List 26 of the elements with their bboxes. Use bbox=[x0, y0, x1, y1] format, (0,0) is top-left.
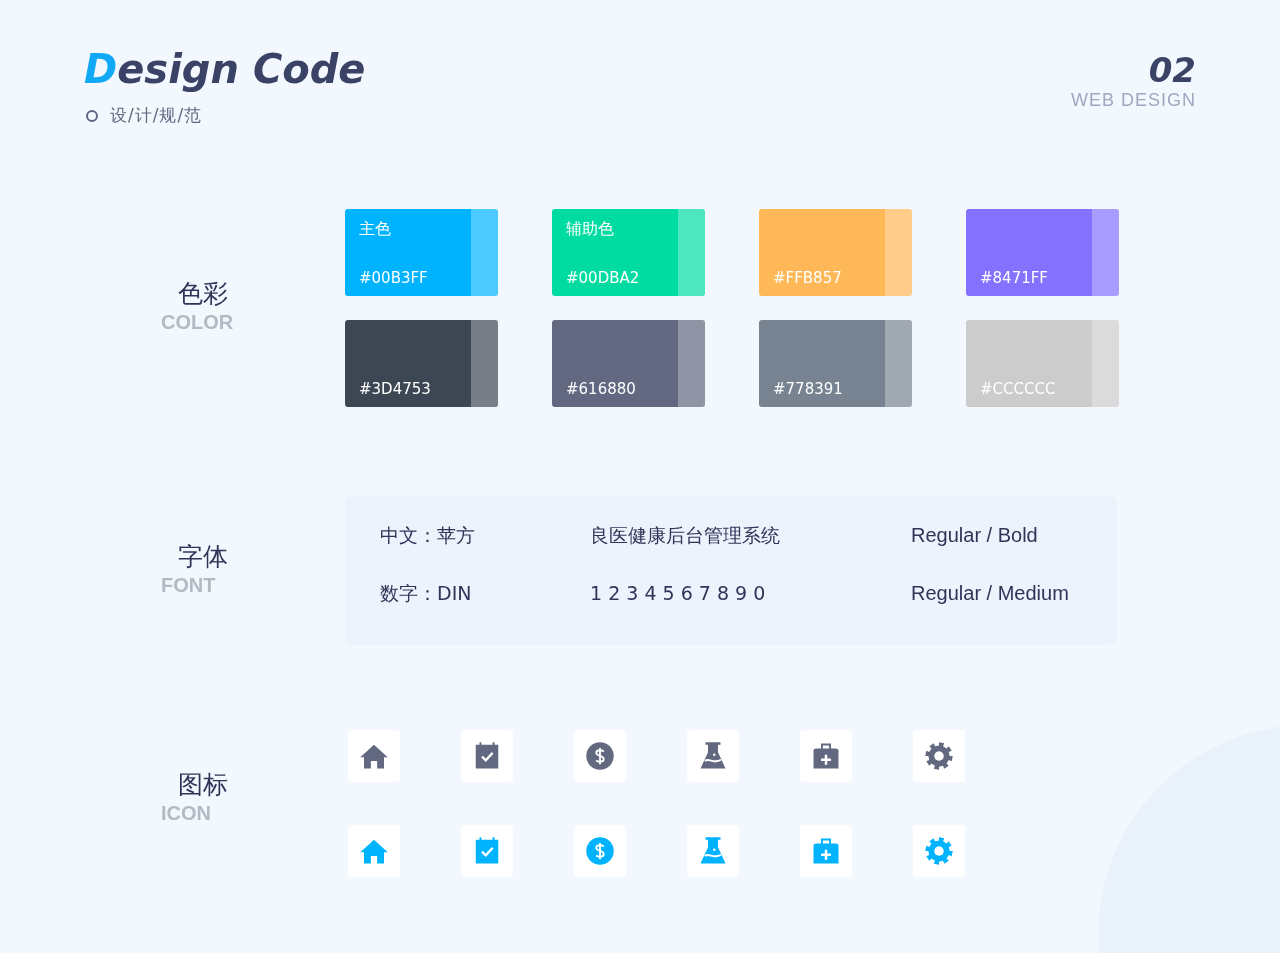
font-sample: 1 2 3 4 5 6 7 8 9 0 bbox=[590, 582, 767, 604]
color-hex: #00DBA2 bbox=[566, 268, 641, 288]
font-label: 中文：苹方 bbox=[380, 524, 476, 546]
font-sample: 良医健康后台管理系统 bbox=[590, 524, 781, 546]
section-label-english: ICON bbox=[161, 802, 211, 823]
color-name: 主色 bbox=[359, 219, 392, 239]
color-name: 辅助色 bbox=[566, 219, 615, 239]
color-hex: #3D4753 bbox=[359, 379, 432, 399]
section-label: 图标 bbox=[178, 768, 228, 801]
section-label: 色彩 bbox=[178, 278, 228, 310]
font-weights: Regular / Bold bbox=[911, 524, 1038, 546]
color-hex: #00B3FF bbox=[359, 268, 429, 288]
color-hex: #778391 bbox=[773, 379, 844, 399]
page-caption: WEB DESIGN bbox=[1071, 90, 1196, 111]
page-title: Design Code bbox=[84, 45, 366, 94]
font-label: 数字：DIN bbox=[380, 582, 473, 604]
section-label-english: FONT bbox=[161, 574, 216, 595]
color-hex: #8471FF bbox=[980, 268, 1049, 288]
color-hex: #FFB857 bbox=[773, 268, 843, 288]
ring-icon bbox=[86, 109, 98, 122]
section-label-english: COLOR bbox=[161, 312, 234, 332]
subtitle: 设/计/规/范 bbox=[110, 104, 203, 127]
section-label: 字体 bbox=[178, 540, 228, 573]
page-number: 02 bbox=[1147, 50, 1196, 90]
color-hex: #616880 bbox=[566, 379, 637, 399]
font-weights: Regular / Medium bbox=[911, 582, 1069, 604]
